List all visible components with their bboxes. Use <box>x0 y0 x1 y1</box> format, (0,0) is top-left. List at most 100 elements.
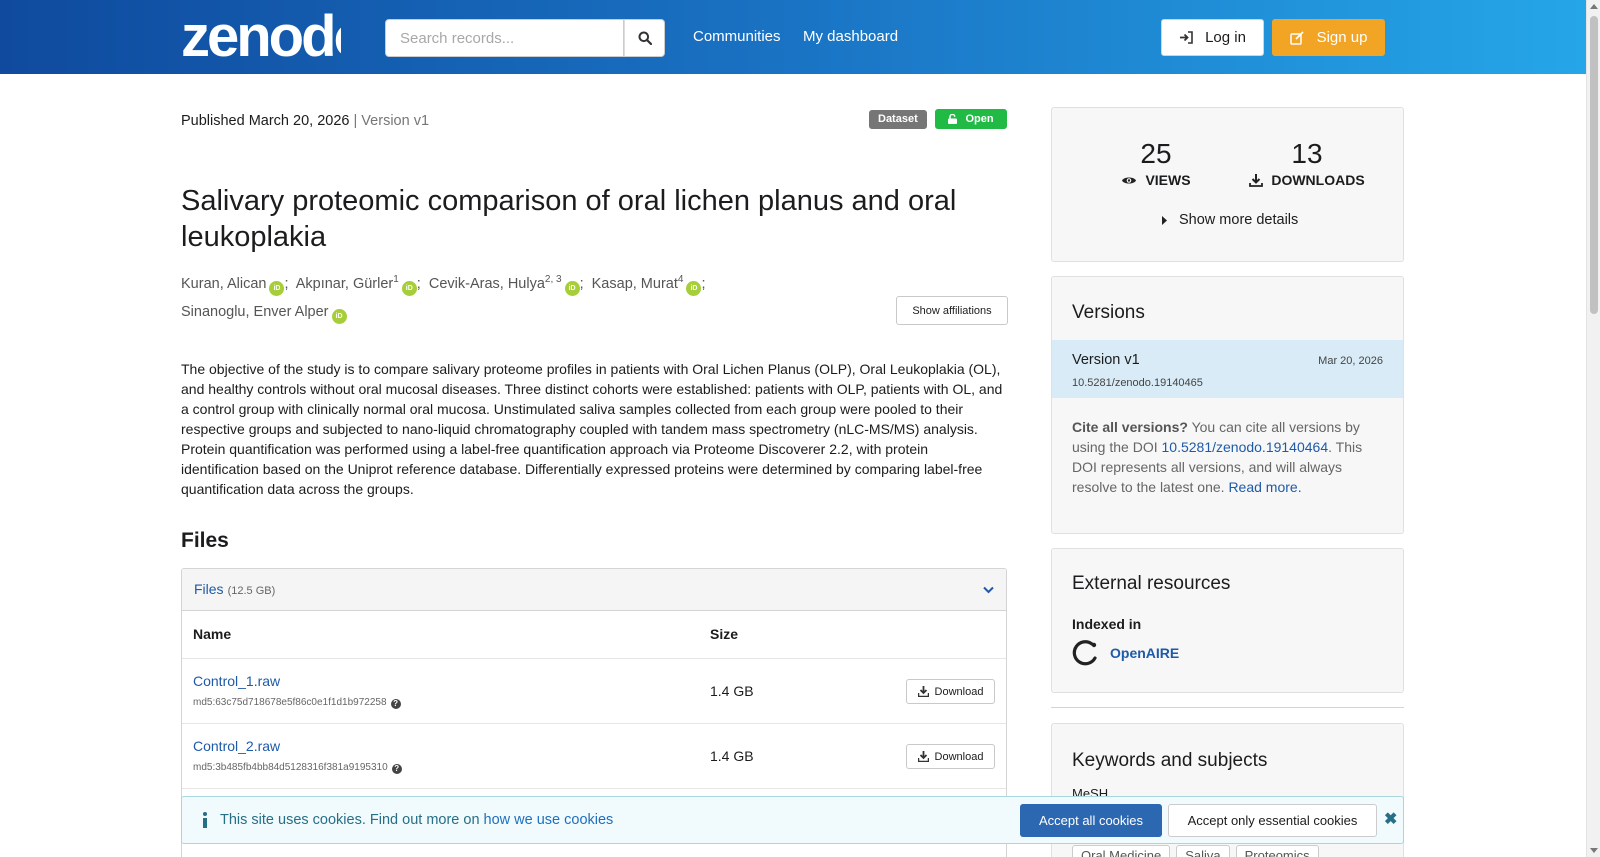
publication-line: Published March 20, 2026 | Version v1 <box>181 113 429 129</box>
search-icon <box>638 31 652 45</box>
creator-name: Sinanoglu, Enver Alper <box>181 303 329 320</box>
cookie-message: This site uses cookies. Find out more on… <box>220 812 613 828</box>
version-name: Version v1 <box>1072 352 1140 368</box>
creator[interactable]: Cevik-Aras, Hulya2, 3iD; <box>428 274 584 296</box>
external-resources-heading: External resources <box>1072 573 1231 594</box>
chevron-down-icon[interactable] <box>983 586 994 594</box>
concept-doi-link[interactable]: 10.5281/zenodo.19140464 <box>1162 439 1329 455</box>
resource-type-badge: Dataset <box>869 110 927 129</box>
divider <box>1051 707 1404 708</box>
accept-all-cookies-button[interactable]: Accept all cookies <box>1020 804 1162 837</box>
access-badge[interactable]: Open <box>935 109 1007 129</box>
openaire-label: OpenAIRE <box>1110 645 1180 661</box>
affiliation-ref: 1 <box>393 274 399 285</box>
external-resources-panel: External resources Indexed in OpenAIRE <box>1051 548 1404 693</box>
read-more-link[interactable]: Read more. <box>1228 479 1301 495</box>
zenodo-logo[interactable]: zenodo <box>181 6 341 62</box>
file-row: Control_1.raw md5:63c75d718678e5f86c0e1f… <box>182 658 1006 723</box>
close-icon[interactable]: ✖ <box>1384 809 1397 829</box>
file-size: 1.4 GB <box>710 683 754 699</box>
subject-tag[interactable]: Oral Medicine <box>1072 845 1171 857</box>
download-icon <box>917 751 929 762</box>
top-header: zenodo Communities My dashboard Log in S… <box>0 0 1586 74</box>
file-checksum: md5:3b485fb4bb84d5128316f381a9195310? <box>193 762 402 774</box>
download-label: Download <box>934 750 984 763</box>
accept-essential-cookies-button[interactable]: Accept only essential cookies <box>1168 804 1377 837</box>
file-row: Control_2.raw md5:3b485fb4bb84d5128316f3… <box>182 723 1006 788</box>
files-panel-header[interactable]: Files (12.5 GB) <box>182 569 1006 611</box>
orcid-icon[interactable]: iD <box>269 280 285 296</box>
file-link[interactable]: Control_2.raw <box>193 738 280 754</box>
views-count: 25 <box>1140 138 1172 169</box>
cite-all-versions: Cite all versions? You can cite all vers… <box>1072 417 1388 497</box>
login-button[interactable]: Log in <box>1161 19 1264 56</box>
cookie-policy-link[interactable]: how we use cookies <box>484 812 614 828</box>
versions-heading: Versions <box>1072 302 1145 323</box>
scroll-up-arrow[interactable] <box>1590 4 1598 9</box>
show-affiliations-button[interactable]: Show affiliations <box>896 296 1008 325</box>
checksum-text: md5:3b485fb4bb84d5128316f381a9195310 <box>193 762 388 773</box>
creator-name: Kuran, Alican <box>181 275 267 292</box>
orcid-icon[interactable]: iD <box>331 308 347 324</box>
creator[interactable]: Kasap, Murat4iD; <box>591 274 705 296</box>
column-header-size: Size <box>710 626 739 642</box>
file-checksum: md5:63c75d718678e5f86c0e1f1d1b972258? <box>193 697 401 709</box>
affiliation-ref: 2, 3 <box>544 274 562 285</box>
creator-name: Kasap, Murat <box>591 275 678 292</box>
subject-tag[interactable]: Saliva <box>1176 845 1230 857</box>
page-scrollbar[interactable] <box>1586 0 1600 857</box>
show-more-details-label: Show more details <box>1179 212 1299 228</box>
download-label: Download <box>934 685 984 698</box>
version-item[interactable]: Version v1 10.5281/zenodo.19140465 Mar 2… <box>1052 340 1403 398</box>
scroll-thumb[interactable] <box>1590 16 1598 314</box>
file-link[interactable]: Control_1.raw <box>193 673 280 689</box>
file-size: 1.4 GB <box>710 748 754 764</box>
files-heading: Files <box>181 529 229 552</box>
access-label: Open <box>965 113 994 125</box>
subject-tag[interactable]: Proteomics <box>1235 845 1319 857</box>
orcid-icon[interactable]: iD <box>686 280 702 296</box>
version-doi: 10.5281/zenodo.19140465 <box>1072 377 1203 389</box>
search-input[interactable] <box>385 19 625 57</box>
views-label: VIEWS <box>1145 172 1191 188</box>
help-icon[interactable]: ? <box>390 699 401 709</box>
creator[interactable]: Kuran, Alican iD; <box>181 275 288 296</box>
versions-panel: Versions Version v1 10.5281/zenodo.19140… <box>1051 276 1404 534</box>
orcid-icon[interactable]: iD <box>401 280 417 296</box>
unlock-icon <box>948 114 958 124</box>
record-title: Salivary proteomic comparison of oral li… <box>181 185 957 253</box>
download-icon <box>917 686 929 697</box>
download-button[interactable]: Download <box>906 744 995 769</box>
creator-name: Akpınar, Gürler <box>295 275 394 292</box>
download-icon <box>1249 173 1264 187</box>
signup-label: Sign up <box>1316 29 1368 46</box>
checksum-text: md5:63c75d718678e5f86c0e1f1d1b972258 <box>193 697 387 708</box>
record-description: The objective of the study is to compare… <box>181 361 1003 497</box>
orcid-icon[interactable]: iD <box>564 280 580 296</box>
openaire-link[interactable]: OpenAIRE <box>1072 639 1179 667</box>
creator[interactable]: Akpınar, Gürler1iD; <box>295 274 421 296</box>
version-label: | Version v1 <box>353 113 430 129</box>
sign-in-icon <box>1180 31 1193 44</box>
indexed-in-label: Indexed in <box>1072 616 1142 632</box>
openaire-icon <box>1072 640 1097 666</box>
downloads-count: 13 <box>1291 138 1323 169</box>
nav-my-dashboard[interactable]: My dashboard <box>803 28 898 45</box>
creator-name: Cevik-Aras, Hulya <box>428 275 545 292</box>
caret-right-icon <box>1162 215 1167 225</box>
download-button[interactable]: Download <box>906 679 995 704</box>
creator[interactable]: Sinanoglu, Enver Alper iD <box>181 303 347 324</box>
signup-button[interactable]: Sign up <box>1272 19 1385 56</box>
views-stat: 25 VIEWS <box>1116 138 1196 188</box>
login-label: Log in <box>1205 29 1246 46</box>
files-panel-label: Files <box>194 580 224 597</box>
help-icon[interactable]: ? <box>391 764 402 774</box>
search-bar <box>385 19 665 57</box>
column-header-name: Name <box>193 626 232 642</box>
version-date: Mar 20, 2026 <box>1318 355 1383 367</box>
search-button[interactable] <box>624 19 665 57</box>
nav-communities[interactable]: Communities <box>693 28 781 45</box>
scroll-down-arrow[interactable] <box>1590 848 1598 853</box>
show-more-details[interactable]: Show more details <box>1162 212 1298 228</box>
edit-icon <box>1289 30 1304 45</box>
